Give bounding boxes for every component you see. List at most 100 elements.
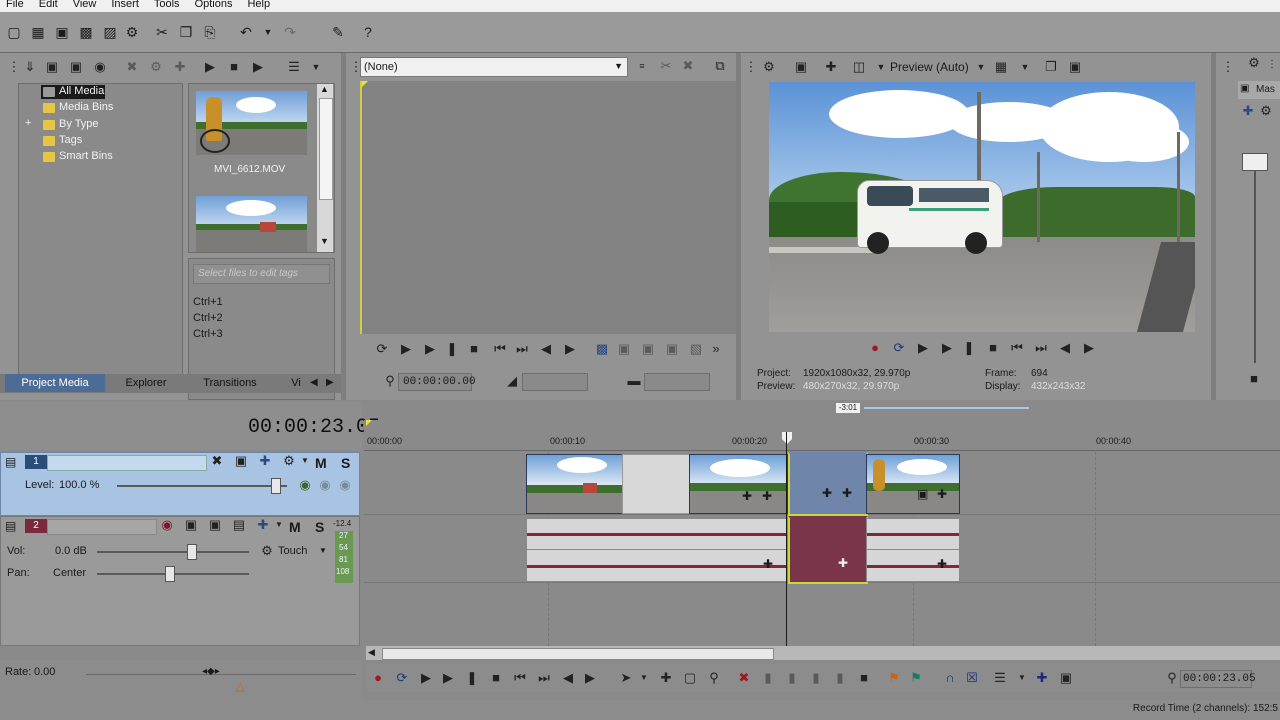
trimmer-timecode[interactable]: 00:00:00.00 [398, 373, 476, 391]
track-settings-icon[interactable]: ⚙ [281, 453, 297, 469]
split-screen-icon[interactable]: ◫ [851, 59, 867, 75]
tab-transitions[interactable]: Transitions [188, 374, 272, 392]
audio-clip-selected[interactable]: ✚ [788, 516, 868, 584]
tree-item-media-bins[interactable]: Media Bins [59, 101, 113, 115]
chevron-down-icon[interactable]: ▼ [319, 546, 327, 555]
scroll-left-icon[interactable]: ◀ [368, 647, 375, 658]
event-fx-icon[interactable]: ✚ [763, 557, 773, 571]
play-from-start-icon[interactable]: ▶ [418, 670, 434, 686]
event-fx-icon[interactable]: ✚ [937, 487, 947, 501]
capture-icon[interactable]: ▣ [44, 59, 60, 75]
record-icon[interactable]: ● [867, 340, 883, 356]
video-clip-2[interactable]: ✚ ✚ [689, 454, 788, 514]
video-clip-selected[interactable]: ✚ ✚ [788, 452, 868, 516]
play-icon[interactable]: ▶ [440, 670, 456, 686]
loop-region-bar[interactable] [864, 407, 1029, 409]
menu-options[interactable]: Options [195, 0, 233, 10]
help-icon[interactable]: ? [360, 24, 376, 40]
external-monitor-icon[interactable]: ▣ [793, 59, 809, 75]
menu-insert[interactable]: Insert [111, 0, 139, 10]
copy-icon[interactable]: ❐ [178, 24, 194, 40]
rewind-icon[interactable]: ◀ [1057, 340, 1073, 356]
play-from-start-icon[interactable]: ▶ [398, 341, 414, 357]
cursor-time-field[interactable]: 00:00:23.05 [1180, 670, 1256, 688]
menu-help[interactable]: Help [247, 0, 270, 10]
event-pan-crop-icon[interactable]: ✚ [762, 489, 772, 503]
add-to-timeline-icon[interactable]: ▩ [594, 341, 610, 357]
delete-icon[interactable]: ✖ [736, 670, 752, 686]
timeline-scrollbar[interactable]: ◀ [366, 646, 1280, 660]
stop-icon[interactable]: ■ [466, 341, 482, 357]
insert-icon[interactable]: ▣ [616, 341, 632, 357]
media-thumbnail-2[interactable] [196, 196, 307, 252]
save-as-icon[interactable]: ▩ [78, 24, 94, 40]
lock-envelopes-icon[interactable]: ✚ [1034, 670, 1050, 686]
trim-end-icon[interactable]: ▮ [808, 670, 824, 686]
ripple-dropdown-icon[interactable]: ▼ [1014, 670, 1030, 686]
remove-icon[interactable]: ✖ [680, 58, 696, 74]
envelope-tool-icon[interactable]: ✚ [658, 670, 674, 686]
stop-icon[interactable]: ■ [985, 340, 1001, 356]
track-input-icon[interactable]: ▣ [207, 517, 223, 533]
time-ruler[interactable] [364, 420, 1280, 451]
track-output-icon[interactable]: ▤ [231, 517, 247, 533]
loop-icon[interactable]: ⟳ [394, 670, 410, 686]
video-track-header[interactable]: ▤ 1 ✖ ▣ ✚ ⚙ ▼ M S Level: 100.0 % ◉ ◉ ◉ [0, 452, 360, 516]
import-icon[interactable]: ⇓ [22, 59, 38, 75]
audio-track-header[interactable]: ▤ 2 ◉ ▣ ▣ ▤ ✚ ▼ M S Vol: 0.0 dB ⚙ Touch … [0, 516, 360, 646]
tree-item-by-type[interactable]: By Type [59, 118, 99, 132]
level-slider-knob[interactable] [271, 478, 281, 494]
previous-frame-icon[interactable]: ◀ [560, 670, 576, 686]
tab-explorer[interactable]: Explorer [110, 374, 182, 392]
properties-icon[interactable]: ⚙ [124, 24, 140, 40]
overlays-icon[interactable]: ▦ [993, 59, 1009, 75]
track-settings-dropdown-icon[interactable]: ▼ [297, 453, 313, 469]
save-icon[interactable]: ▣ [54, 24, 70, 40]
timeline-cursor[interactable] [786, 432, 787, 646]
tab-scroll-left-icon[interactable]: ◀ [310, 377, 318, 388]
fit-icon[interactable]: ▣ [664, 341, 680, 357]
forward-icon[interactable]: ▶ [1081, 340, 1097, 356]
web-icon[interactable]: ◉ [92, 59, 108, 75]
master-fader[interactable] [1242, 153, 1268, 171]
ripple-edit-icon[interactable]: ☰ [992, 670, 1008, 686]
save-snapshot-icon[interactable]: ▣ [1067, 59, 1083, 75]
pause-icon[interactable]: ❚ [444, 341, 460, 357]
menu-view[interactable]: View [73, 0, 97, 10]
stop-icon[interactable]: ■ [488, 670, 504, 686]
trim-start-icon[interactable]: ▮ [784, 670, 800, 686]
event-fx-icon[interactable]: ✚ [937, 557, 947, 571]
event-pan-crop-icon[interactable]: ▣ [917, 487, 928, 501]
cursor-marker[interactable] [782, 432, 792, 444]
video-properties-icon[interactable]: ⚙ [761, 59, 777, 75]
cut-icon[interactable]: ✂ [154, 24, 170, 40]
media-thumbnail-1[interactable] [196, 91, 307, 155]
open-icon[interactable]: ▦ [30, 24, 46, 40]
video-fx-icon[interactable]: ✚ [823, 59, 839, 75]
child-icon[interactable]: ◉ [337, 477, 353, 493]
tree-item-smart-bins[interactable]: Smart Bins [59, 150, 113, 164]
rewind-icon[interactable]: ◀ [538, 341, 554, 357]
audio-clip-1[interactable]: ✚ [526, 518, 788, 582]
composite-mode-icon[interactable]: ◉ [297, 477, 313, 493]
track-envelope-dropdown-icon[interactable]: ▼ [271, 517, 287, 533]
snapshot-icon[interactable]: ✎ [330, 24, 346, 40]
video-clip-3[interactable]: ▣ ✚ [866, 454, 960, 514]
collapse-icon[interactable]: ▤ [5, 519, 16, 533]
compositing-icon[interactable]: ✚ [257, 453, 273, 469]
tags-input[interactable]: Select files to edit tags [193, 264, 330, 284]
event-fx-icon[interactable]: ✚ [838, 556, 848, 570]
snapping-icon[interactable]: ∩ [942, 670, 958, 686]
next-frame-icon[interactable]: ⏭ [1033, 340, 1049, 356]
subclip-icon[interactable]: ▧ [688, 341, 704, 357]
track-fx-icon[interactable]: ▣ [233, 453, 249, 469]
media-scrollbar[interactable]: ▲ ▼ [317, 84, 333, 252]
tab-scroll-right-icon[interactable]: ▶ [326, 377, 334, 388]
copy-snapshot-icon[interactable]: ❐ [1043, 59, 1059, 75]
mute-button[interactable]: M [289, 519, 301, 535]
tree-item-all-media[interactable]: All Media [59, 85, 104, 99]
preview-quality-dropdown[interactable]: Preview (Auto) [890, 60, 969, 74]
trimmer-view[interactable] [360, 81, 736, 334]
expand-icon[interactable]: + [25, 117, 31, 129]
ignore-grouping-icon[interactable]: ▣ [1058, 670, 1074, 686]
